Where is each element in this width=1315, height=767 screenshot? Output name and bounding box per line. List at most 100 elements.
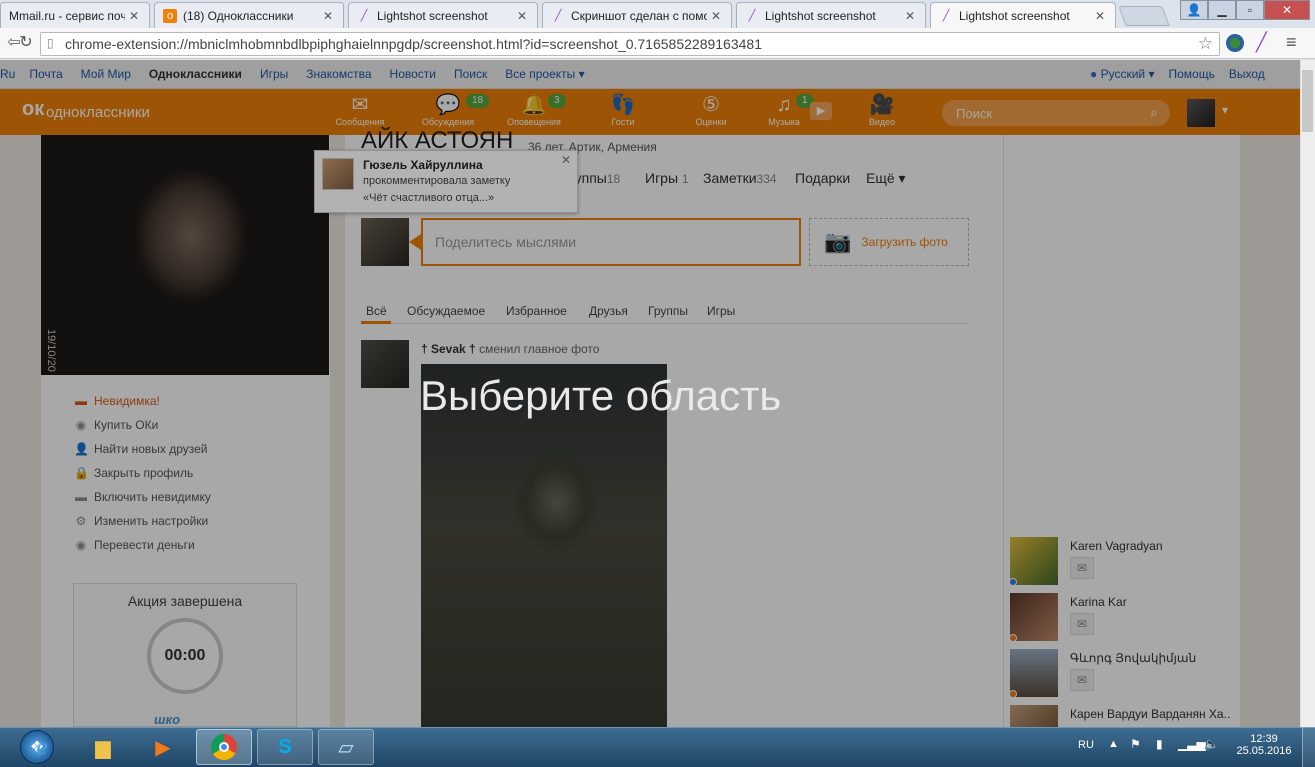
promo-widget[interactable]: Акция завершена 00:00 шко bbox=[73, 583, 297, 727]
ok-logo-text[interactable]: одноклассники bbox=[46, 104, 150, 121]
notepad-icon[interactable]: ▱ bbox=[318, 729, 374, 765]
ok-logo-icon[interactable]: ок bbox=[22, 98, 44, 126]
minimize-button[interactable]: ▁ bbox=[1208, 0, 1236, 20]
address-bar[interactable]: ▯ chrome-extension://mbniclmhobmnbdlbpip… bbox=[40, 32, 1220, 56]
friend-name[interactable]: Karen Vagradyan bbox=[1070, 539, 1163, 553]
feed-tab-discussed[interactable]: Обсуждаемое bbox=[407, 304, 485, 318]
search-icon[interactable]: ⌕ bbox=[1150, 104, 1158, 121]
friend-name[interactable]: Գևորգ Յովակիմյան bbox=[1070, 651, 1196, 665]
language-select[interactable]: ● Русский ▾ bbox=[1090, 67, 1154, 81]
avatar-menu-chevron-icon[interactable]: ▾ bbox=[1222, 103, 1228, 117]
subnav-gifts[interactable]: Подарки bbox=[795, 170, 850, 186]
portal-link-all-projects[interactable]: Все проекты ▾ bbox=[505, 67, 584, 81]
upload-photo-button[interactable]: 📷 Загрузить фото bbox=[809, 218, 969, 266]
message-icon[interactable]: ✉ bbox=[1070, 613, 1094, 635]
menu-transfer-money[interactable]: ◉ Перевести деньги bbox=[74, 535, 195, 555]
menu-find-friends[interactable]: 👤 Найти новых друзей bbox=[74, 439, 208, 459]
user-icon[interactable]: 👤 bbox=[1180, 0, 1208, 20]
menu-invisible-highlight[interactable]: ▬ Невидимка! bbox=[74, 391, 160, 411]
tab-screenshot[interactable]: ╱ Скриншот сделан с помо ✕ bbox=[542, 2, 732, 28]
show-hidden-icons-icon[interactable]: ▲ bbox=[1108, 738, 1119, 750]
friend-avatar[interactable] bbox=[1010, 593, 1058, 641]
volume-icon[interactable]: 🔈 bbox=[1204, 737, 1219, 751]
portal-link-ok[interactable]: Одноклассники bbox=[149, 67, 242, 81]
close-icon[interactable]: ✕ bbox=[129, 9, 141, 23]
show-desktop-button[interactable] bbox=[1302, 727, 1315, 767]
ie-icon[interactable]: ℯ bbox=[14, 729, 70, 765]
subnav-games[interactable]: Игры 1 bbox=[645, 170, 689, 186]
menu-icon[interactable]: ≡ bbox=[1286, 32, 1297, 53]
post-author[interactable]: † Sevak † bbox=[421, 342, 476, 356]
message-icon[interactable]: ✉ bbox=[1070, 669, 1094, 691]
nav-ratings[interactable]: ⑤ Оценки bbox=[679, 93, 743, 133]
close-icon[interactable]: ✕ bbox=[517, 9, 529, 23]
close-icon[interactable]: ✕ bbox=[561, 153, 571, 167]
notification-line2[interactable]: «Чёт счастливого отца...» bbox=[363, 192, 494, 204]
close-icon[interactable]: ✕ bbox=[323, 9, 335, 23]
tab-lightshot-active[interactable]: ╱ Lightshot screenshot ✕ bbox=[930, 2, 1116, 28]
menu-buy-ok[interactable]: ◉ Купить ОКи bbox=[74, 415, 159, 435]
portal-link-dating[interactable]: Знакомства bbox=[306, 67, 371, 81]
feed-tab-games[interactable]: Игры bbox=[707, 304, 735, 318]
feed-tab-all[interactable]: Всё bbox=[366, 304, 387, 318]
clock[interactable]: 12:39 25.05.2016 bbox=[1234, 733, 1294, 757]
help-link[interactable]: Помощь bbox=[1168, 67, 1214, 81]
page-scrollbar[interactable] bbox=[1300, 60, 1315, 727]
logout-link[interactable]: Выход bbox=[1229, 67, 1265, 81]
close-icon[interactable]: ✕ bbox=[905, 9, 917, 23]
new-tab-button[interactable] bbox=[1118, 6, 1170, 26]
friend-name[interactable]: Карен Вардуи Варданян Ха.. bbox=[1070, 707, 1238, 721]
menu-settings[interactable]: ⚙ Изменить настройки bbox=[74, 511, 209, 531]
tab-lightshot-2[interactable]: ╱ Lightshot screenshot ✕ bbox=[736, 2, 926, 28]
portal-link-news[interactable]: Новости bbox=[390, 67, 436, 81]
signal-icon[interactable]: ▁▃▅ bbox=[1178, 737, 1206, 751]
chrome-icon[interactable] bbox=[196, 729, 252, 765]
star-icon[interactable]: ☆ bbox=[1198, 34, 1213, 54]
action-center-flag-icon[interactable]: ⚑ bbox=[1130, 737, 1141, 751]
explorer-folder-icon[interactable]: ▆ bbox=[75, 729, 131, 765]
friend-avatar[interactable] bbox=[1010, 537, 1058, 585]
scrollbar-thumb[interactable] bbox=[1302, 70, 1313, 132]
media-player-icon[interactable]: ▶ bbox=[135, 729, 191, 765]
subnav-more[interactable]: Ещё ▾ bbox=[866, 170, 906, 187]
notification-sender[interactable]: Гюзель Хайруллина bbox=[363, 158, 483, 172]
feed-tab-friends[interactable]: Друзья bbox=[589, 304, 628, 318]
header-avatar[interactable] bbox=[1187, 99, 1215, 127]
maximize-button[interactable]: ▫ bbox=[1236, 0, 1264, 20]
share-input[interactable]: Поделитесь мыслями bbox=[421, 218, 801, 266]
tab-mail[interactable]: Mmail.ru - сервис почт ✕ bbox=[0, 2, 150, 28]
friend-avatar[interactable] bbox=[1010, 705, 1058, 727]
battery-icon[interactable]: ▮ bbox=[1156, 737, 1163, 751]
portal-link-search[interactable]: Поиск bbox=[454, 67, 487, 81]
nav-video[interactable]: 🎥 Видео bbox=[850, 93, 914, 133]
portal-link-mail[interactable]: Почта bbox=[29, 67, 62, 81]
portal-link[interactable]: Ru bbox=[0, 67, 15, 81]
play-icon[interactable]: ▶ bbox=[810, 102, 832, 120]
subnav-notes[interactable]: Заметки334 bbox=[703, 170, 777, 186]
friend-avatar[interactable] bbox=[1010, 649, 1058, 697]
search-input[interactable]: Поиск ⌕ bbox=[942, 100, 1170, 126]
portal-link-mymir[interactable]: Мой Мир bbox=[81, 67, 131, 81]
globe-extension-icon[interactable] bbox=[1226, 34, 1244, 52]
feed-tab-favorites[interactable]: Избранное bbox=[506, 304, 567, 318]
profile-photo[interactable]: 19/10/20 bbox=[41, 135, 329, 375]
skype-icon[interactable]: S bbox=[257, 729, 313, 765]
subnav-count: 334 bbox=[756, 172, 777, 186]
input-language[interactable]: RU bbox=[1078, 739, 1094, 751]
menu-close-profile[interactable]: 🔒 Закрыть профиль bbox=[74, 463, 193, 483]
tab-odnoklassniki[interactable]: o (18) Одноклассники ✕ bbox=[154, 2, 344, 28]
close-icon[interactable]: ✕ bbox=[1095, 9, 1107, 23]
menu-enable-invisible[interactable]: ▬ Включить невидимку bbox=[74, 487, 211, 507]
feed-tab-groups[interactable]: Группы bbox=[648, 304, 688, 318]
close-window-button[interactable]: ✕ bbox=[1264, 0, 1310, 20]
post-author-avatar[interactable] bbox=[361, 340, 409, 388]
reload-icon[interactable]: ↻ bbox=[16, 32, 36, 54]
notification-popup[interactable]: Гюзель Хайруллина прокомментировала заме… bbox=[314, 150, 578, 213]
tab-lightshot-1[interactable]: ╱ Lightshot screenshot ✕ bbox=[348, 2, 538, 28]
portal-link-games[interactable]: Игры bbox=[260, 67, 288, 81]
friend-name[interactable]: Karina Kar bbox=[1070, 595, 1127, 609]
lightshot-extension-icon[interactable]: ╱ bbox=[1256, 32, 1267, 53]
message-icon[interactable]: ✉ bbox=[1070, 557, 1094, 579]
nav-guests[interactable]: 👣 Гости bbox=[591, 93, 655, 133]
close-icon[interactable]: ✕ bbox=[711, 9, 723, 23]
